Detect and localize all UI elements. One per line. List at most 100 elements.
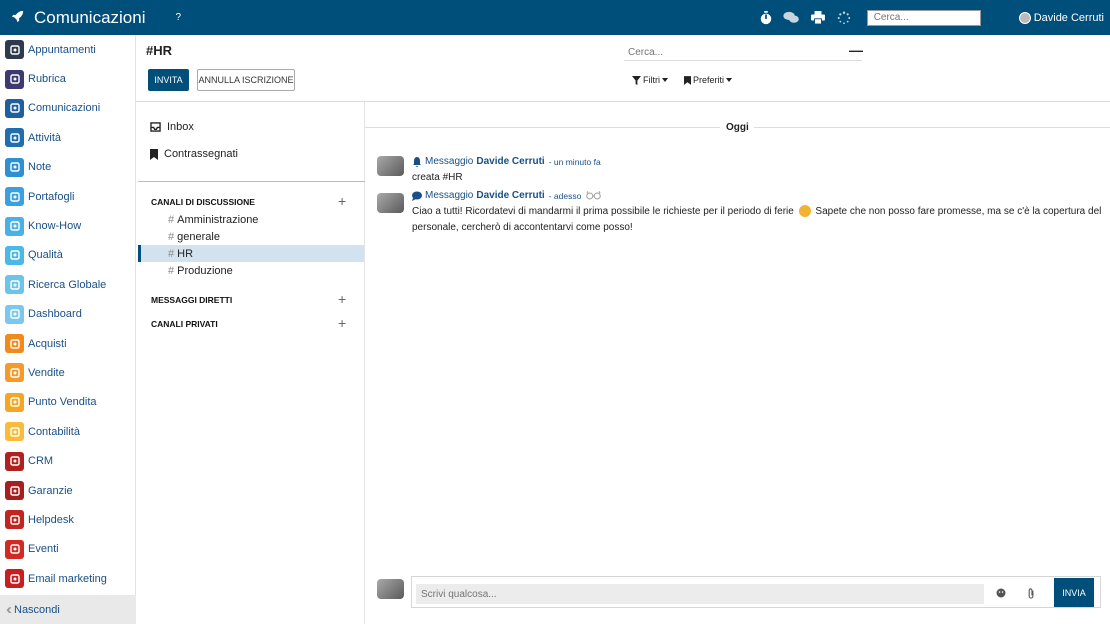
- sidebar-item-crm[interactable]: CRM: [0, 446, 135, 475]
- calendar-icon: [5, 40, 24, 60]
- favorites-label: Preferiti: [693, 75, 725, 85]
- headset-icon: [5, 510, 24, 530]
- message-item: Messaggio Davide Cerruti - adesso Ciao a…: [377, 190, 1102, 240]
- sidebar-item-appuntamenti[interactable]: Appuntamenti: [0, 35, 135, 64]
- message-author[interactable]: Davide Cerruti: [476, 156, 544, 167]
- avatar: [377, 579, 404, 599]
- filters-dropdown[interactable]: Filtri: [632, 75, 668, 85]
- smile-emoji-icon: [798, 205, 811, 218]
- sidebar-item-vendite[interactable]: Vendite: [0, 358, 135, 387]
- top-bar: Comunicazioni ? Davide Cerruti: [0, 0, 1110, 35]
- chat-bubbles-icon[interactable]: [783, 11, 801, 25]
- bookmark-icon: [684, 75, 691, 85]
- channel-item[interactable]: # Amministrazione: [138, 211, 364, 228]
- sidebar-item-helpdesk[interactable]: Helpdesk: [0, 505, 135, 534]
- sales-icon: [5, 363, 24, 383]
- emoji-picker-icon[interactable]: [994, 586, 1008, 600]
- seen-glasses-icon: [586, 191, 602, 200]
- bell-icon: [413, 156, 421, 167]
- channel-item[interactable]: # Produzione: [138, 262, 364, 279]
- inbox-label: Inbox: [167, 121, 194, 133]
- sidebar-item-label: Attività: [28, 131, 62, 144]
- message-author[interactable]: Davide Cerruti: [476, 190, 544, 201]
- brain-icon: [5, 216, 24, 236]
- channel-label: Amministrazione: [177, 213, 259, 226]
- unsubscribe-button[interactable]: ANNULLA ISCRIZIONE: [197, 69, 295, 91]
- sidebar-item-label: Note: [28, 161, 52, 174]
- hash-icon: #: [168, 264, 175, 277]
- shield-icon: [5, 481, 24, 501]
- timer-icon[interactable]: [757, 10, 775, 25]
- print-icon[interactable]: [809, 11, 827, 25]
- rocket-icon[interactable]: [0, 10, 34, 26]
- sidebar-item-punto-vendita[interactable]: Punto Vendita: [0, 388, 135, 417]
- add-private-plus-icon[interactable]: +: [338, 316, 346, 330]
- sidebar-item-label: Punto Vendita: [28, 396, 97, 409]
- page-title: #HR: [146, 43, 173, 58]
- favorites-dropdown[interactable]: Preferiti: [684, 75, 733, 85]
- global-search-input[interactable]: [866, 9, 981, 26]
- send-button[interactable]: INVIA: [1054, 578, 1094, 607]
- filter-icon: [632, 75, 641, 85]
- message-input[interactable]: [416, 584, 984, 604]
- send-icon: [5, 569, 24, 589]
- collapse-icon[interactable]: —: [849, 42, 863, 58]
- hide-sidebar-label: Nascondi: [14, 603, 60, 616]
- message-search-input[interactable]: [624, 44, 862, 61]
- sidebar-item-note[interactable]: Note: [0, 153, 135, 182]
- handshake-icon: [5, 451, 24, 471]
- speech-bubble-icon: [412, 191, 422, 201]
- sidebar-item-attivit-[interactable]: Attività: [0, 123, 135, 152]
- purchase-icon: [5, 334, 24, 354]
- caret-down-icon: [726, 78, 733, 82]
- quality-icon: [5, 245, 24, 265]
- help-icon[interactable]: ?: [176, 12, 182, 23]
- message-type: Messaggio: [425, 156, 474, 167]
- hash-icon: #: [168, 213, 175, 226]
- sidebar-item-qualit-[interactable]: Qualità: [0, 241, 135, 270]
- sidebar-item-know-how[interactable]: Know-How: [0, 211, 135, 240]
- loading-spinner-icon: [835, 11, 853, 25]
- panel-divider: [138, 181, 365, 182]
- accounting-icon: [5, 422, 24, 442]
- message-meta: Messaggio Davide Cerruti - un minuto fa: [412, 156, 601, 167]
- sidebar-item-garanzie[interactable]: Garanzie: [0, 476, 135, 505]
- starred-link[interactable]: Contrassegnati: [150, 148, 238, 160]
- sidebar-item-ricerca-globale[interactable]: Ricerca Globale: [0, 270, 135, 299]
- hide-sidebar-button[interactable]: ‹‹ Nascondi: [0, 595, 136, 624]
- user-menu[interactable]: Davide Cerruti: [1018, 11, 1104, 24]
- message-meta: Messaggio Davide Cerruti - adesso: [412, 190, 602, 201]
- hash-icon: #: [168, 247, 175, 260]
- sidebar-item-dashboard[interactable]: Dashboard: [0, 300, 135, 329]
- sidebar-item-acquisti[interactable]: Acquisti: [0, 329, 135, 358]
- add-direct-plus-icon[interactable]: +: [338, 292, 346, 306]
- channel-item-active[interactable]: # HR: [138, 245, 364, 262]
- lock-icon: [5, 187, 24, 207]
- sidebar-item-comunicazioni[interactable]: Comunicazioni: [0, 94, 135, 123]
- dashboard-icon: [5, 304, 24, 324]
- message-text: creata #HR: [412, 172, 463, 183]
- day-divider-line: [754, 127, 1110, 128]
- sidebar-item-eventi[interactable]: Eventi: [0, 535, 135, 564]
- sidebar-item-email-marketing[interactable]: Email marketing: [0, 564, 135, 593]
- filters-label: Filtri: [643, 75, 660, 85]
- message-time: - un minuto fa: [548, 156, 601, 167]
- message-text: Ciao a tutti! Ricordatevi di mandarmi il…: [412, 206, 794, 217]
- invite-button[interactable]: INVITA: [148, 69, 189, 91]
- avatar: [1018, 11, 1031, 24]
- avatar: [377, 156, 404, 176]
- day-divider-line: [365, 127, 720, 128]
- paperclip-icon[interactable]: [1024, 586, 1038, 600]
- add-channel-plus-icon[interactable]: +: [338, 194, 346, 208]
- sidebar-item-portafogli[interactable]: Portafogli: [0, 182, 135, 211]
- inbox-link[interactable]: Inbox: [150, 121, 194, 133]
- sidebar-item-rubrica[interactable]: Rubrica: [0, 64, 135, 93]
- app-title: Comunicazioni: [34, 7, 146, 27]
- sidebar-item-contabilit-[interactable]: Contabilità: [0, 417, 135, 446]
- sidebar-item-label: Dashboard: [28, 308, 82, 321]
- channels-panel: Inbox Contrassegnati CANALI DI DISCUSSIO…: [138, 102, 365, 624]
- chat-icon: [5, 98, 24, 118]
- sidebar-item-label: Rubrica: [28, 73, 66, 86]
- channel-item[interactable]: # generale: [138, 228, 364, 245]
- sidebar-item-label: Email marketing: [28, 572, 107, 585]
